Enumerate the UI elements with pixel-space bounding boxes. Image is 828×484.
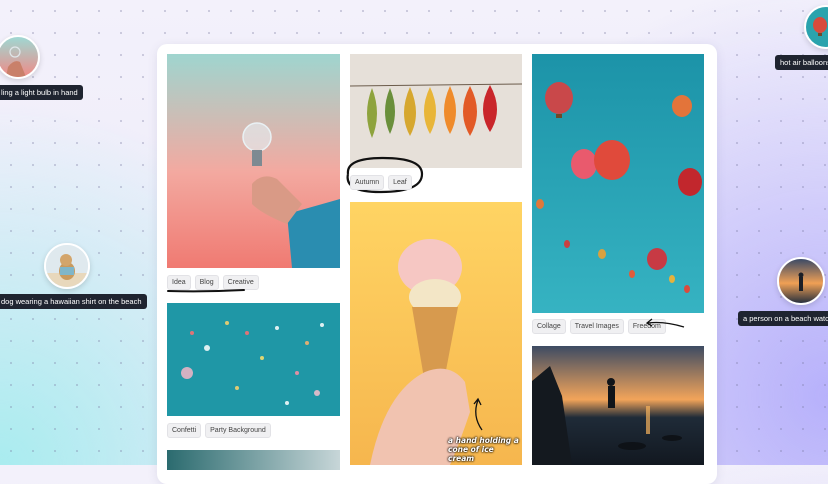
card-leaves[interactable] [350,54,522,168]
leaves-tags: Autumn Leaf [350,175,412,190]
tag-collage[interactable]: Collage [532,319,566,334]
tag-confetti[interactable]: Confetti [167,423,202,438]
arrow-annotation-icecream [473,397,483,431]
underline-annotation [167,289,245,293]
card-partial-bottom[interactable] [167,450,340,470]
card-lightbulb[interactable] [167,54,340,268]
beach-floating-label: a person on a beach watchi [738,311,828,326]
confetti-tags: Confetti Party Background [167,423,271,438]
arrow-annotation-balloons [645,318,685,328]
dog-avatar[interactable] [44,243,90,289]
tag-party-background[interactable]: Party Background [205,423,271,438]
card-beach[interactable] [532,346,704,465]
beach-avatar[interactable] [777,257,825,305]
card-icecream[interactable] [350,202,522,465]
card-confetti[interactable] [167,303,340,416]
tag-leaf[interactable]: Leaf [388,175,412,190]
dog-floating-label: dog wearing a hawaiian shirt on the beac… [0,294,147,309]
icecream-image [350,202,522,465]
balloons-floating-label: hot air balloons [775,55,828,70]
tag-travel-images[interactable]: Travel Images [569,319,624,334]
icecream-annotation: a hand holding a cone of ice cream [448,436,519,463]
leaves-image [350,54,522,168]
card-balloons[interactable] [532,54,704,313]
confetti-image [167,303,340,416]
lightbulb-floating-label: ling a light bulb in hand [0,85,83,100]
balloons-image [532,54,704,313]
lightbulb-image [167,54,340,268]
tag-autumn[interactable]: Autumn [350,175,385,190]
beach-image [532,346,704,465]
